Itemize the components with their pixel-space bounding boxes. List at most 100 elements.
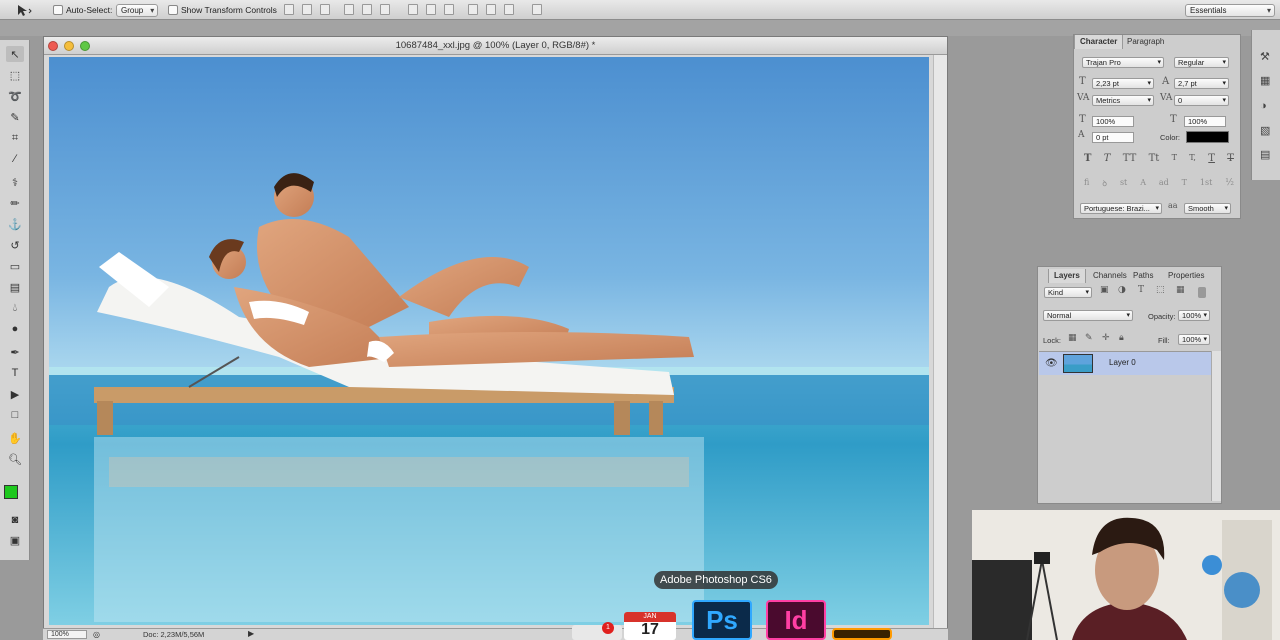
tab-paragraph[interactable]: Paragraph [1122,35,1169,49]
lock-all-icon[interactable]: 🔒︎ [1119,333,1124,343]
gradient-tool-icon[interactable]: ▤ [6,279,24,295]
marquee-tool-icon[interactable]: ⬚ [6,67,24,83]
filter-toggle-switch[interactable] [1198,287,1206,298]
close-window-button[interactable] [48,41,58,51]
pen-tool-icon[interactable]: ✒ [6,344,24,360]
filter-pixel-icon[interactable]: ▣ [1100,285,1109,295]
lock-image-icon[interactable]: ✎ [1085,333,1093,343]
superscript-button[interactable]: T [1172,153,1177,167]
quick-mask-icon[interactable]: ◙ [6,512,24,528]
contextual-alternates-button[interactable]: ꝺ [1102,178,1107,192]
status-menu-arrow-icon[interactable]: ▶ [248,629,254,638]
ligatures-button[interactable]: fi [1084,178,1089,192]
font-family-dropdown[interactable]: Trajan Pro [1082,57,1164,68]
align-left-icon[interactable] [344,4,354,15]
tab-channels[interactable]: Channels [1088,269,1132,283]
tab-layers[interactable]: Layers [1048,269,1086,283]
vertical-scale-field[interactable]: 100% [1092,116,1134,127]
photoshop-icon[interactable]: Ps [692,600,752,640]
swash-button[interactable]: A [1140,178,1146,192]
brush-presets-panel-icon[interactable]: ▤ [1260,148,1270,161]
align-hcenter-icon[interactable] [362,4,372,15]
path-selection-tool-icon[interactable]: ▶ [6,386,24,402]
layers-scrollbar[interactable] [1211,351,1221,501]
text-color-swatch[interactable] [1186,131,1229,143]
lock-position-icon[interactable]: ✛ [1102,333,1110,343]
all-caps-button[interactable]: TT [1123,153,1137,167]
minimize-window-button[interactable] [64,41,74,51]
rectangle-tool-icon[interactable]: □ [6,407,24,423]
zoom-level-field[interactable]: 100% [47,630,87,639]
zoom-tool-icon[interactable]: 🔍︎ [6,451,24,467]
auto-select-dropdown[interactable]: Group [116,3,159,17]
distribute-left-icon[interactable] [468,4,478,15]
layer-row[interactable]: 👁︎ Layer 0 [1039,351,1211,375]
filter-smart-object-icon[interactable]: ▦ [1176,285,1185,295]
small-caps-button[interactable]: Tt [1149,153,1160,167]
lock-transparent-icon[interactable]: ▦ [1068,333,1077,343]
eye-visibility-icon[interactable]: 👁︎ [1045,358,1058,369]
clone-stamp-tool-icon[interactable]: ⚓ [6,216,24,232]
document-canvas[interactable] [49,57,929,625]
align-vcenter-icon[interactable] [302,4,312,15]
blend-mode-dropdown[interactable]: Normal [1043,310,1133,321]
history-panel-icon[interactable]: ⚒ [1260,50,1270,63]
language-dropdown[interactable]: Portuguese: Brazi... [1080,203,1162,214]
eyedropper-tool-icon[interactable]: ∕ [6,151,24,167]
healing-brush-tool-icon[interactable]: ⚕ [6,174,24,190]
move-tool-icon[interactable]: ↖ [6,46,24,62]
lasso-tool-icon[interactable]: ➰ [6,88,24,104]
tab-paths[interactable]: Paths [1128,269,1158,283]
leading-field[interactable]: 2,7 pt [1174,78,1229,89]
discretionary-ligatures-button[interactable]: st [1120,178,1127,192]
font-size-field[interactable]: 2,23 pt [1092,78,1154,89]
dodge-tool-icon[interactable]: ● [6,321,24,337]
eraser-tool-icon[interactable]: ▭ [6,258,24,274]
hand-tool-icon[interactable]: ✋ [6,430,24,446]
workspace-dropdown[interactable]: Essentials [1185,3,1275,17]
quick-select-tool-icon[interactable]: ✎ [6,109,24,125]
crop-tool-icon[interactable]: ⌗ [6,130,24,146]
distribute-hcenter-icon[interactable] [486,4,496,15]
indesign-icon[interactable]: Id [766,600,826,640]
distribute-top-icon[interactable] [408,4,418,15]
font-style-dropdown[interactable]: Regular [1174,57,1229,68]
stylistic-alternates-button[interactable]: ad [1159,178,1169,192]
move-tool-icon[interactable] [16,3,32,17]
screen-mode-icon[interactable]: ▣ [6,532,24,548]
foreground-color-swatch[interactable] [4,485,18,499]
filter-shape-icon[interactable]: ⬚ [1156,285,1165,295]
vertical-scrollbar[interactable] [933,55,947,629]
ordinals-button[interactable]: 1st [1200,178,1212,192]
illustrator-icon[interactable] [832,628,892,640]
fill-field[interactable]: 100% [1178,334,1210,345]
mail-app-icon[interactable]: 1 [572,622,622,640]
zoom-window-button[interactable] [80,41,90,51]
fractions-button[interactable]: ½ [1225,178,1234,192]
baseline-shift-field[interactable]: 0 pt [1092,132,1134,143]
swatches-panel-icon[interactable]: ▦ [1260,74,1270,87]
opacity-field[interactable]: 100% [1178,310,1210,321]
distribute-vcenter-icon[interactable] [426,4,436,15]
distribute-right-icon[interactable] [504,4,514,15]
subscript-button[interactable]: T, [1189,153,1196,167]
distribute-bottom-icon[interactable] [444,4,454,15]
horizontal-scale-field[interactable]: 100% [1184,116,1226,127]
underline-button[interactable]: T [1208,153,1215,167]
auto-select-checkbox[interactable] [53,5,63,15]
styles-panel-icon[interactable]: ▧ [1260,124,1270,137]
tab-properties[interactable]: Properties [1163,269,1209,283]
align-right-icon[interactable] [380,4,390,15]
status-info-icon[interactable]: ◎ [93,630,100,639]
faux-italic-button[interactable]: T [1104,153,1111,167]
tab-character[interactable]: Character [1074,35,1124,49]
filter-adjustment-icon[interactable]: ◑ [1118,285,1126,295]
align-top-icon[interactable] [284,4,294,15]
auto-align-icon[interactable] [532,4,542,15]
type-tool-icon[interactable]: T [6,365,24,381]
tracking-field[interactable]: 0 [1174,95,1229,106]
history-brush-tool-icon[interactable]: ↺ [6,237,24,253]
strikethrough-button[interactable]: T [1227,153,1234,167]
titling-alternates-button[interactable]: T [1182,178,1187,192]
adjustments-panel-icon[interactable]: ◑ [1260,100,1267,112]
